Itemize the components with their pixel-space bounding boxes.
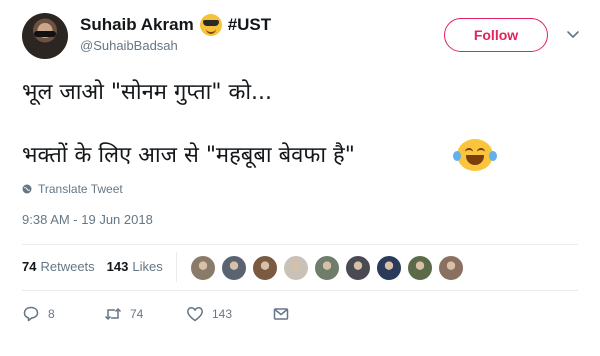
- chevron-down-icon[interactable]: [566, 28, 580, 42]
- liker-avatar[interactable]: [221, 255, 247, 281]
- retweet-count: 74: [130, 307, 144, 321]
- user-handle[interactable]: @SuhaibBadsah: [80, 38, 178, 53]
- name-row: Suhaib Akram #UST: [80, 13, 271, 37]
- retweet-button[interactable]: 74: [104, 305, 186, 323]
- liker-avatar[interactable]: [252, 255, 278, 281]
- liker-avatar[interactable]: [283, 255, 309, 281]
- liker-avatar[interactable]: [407, 255, 433, 281]
- liker-avatar[interactable]: [314, 255, 340, 281]
- likes-label: Likes: [132, 259, 163, 274]
- display-name[interactable]: Suhaib Akram: [80, 15, 194, 35]
- liker-avatar[interactable]: [376, 255, 402, 281]
- retweets-label: Retweets: [40, 259, 95, 274]
- follow-button[interactable]: Follow: [444, 18, 548, 52]
- reply-count: 8: [48, 307, 55, 321]
- name-hashtag: #UST: [227, 15, 272, 34]
- divider: [22, 290, 578, 291]
- likes-stat[interactable]: 143 Likes: [107, 259, 163, 274]
- retweet-icon: [104, 307, 122, 321]
- liker-avatar[interactable]: [345, 255, 371, 281]
- like-button[interactable]: 143: [186, 305, 272, 323]
- tweet-card: Suhaib Akram #UST @SuhaibBadsah Follow भ…: [0, 0, 600, 356]
- avatar[interactable]: [22, 13, 68, 59]
- globe-icon: [22, 184, 32, 194]
- tears-of-joy-emoji-icon: [453, 139, 497, 171]
- translate-tweet-link[interactable]: Translate Tweet: [22, 182, 123, 196]
- like-count: 143: [212, 307, 233, 321]
- envelope-icon: [273, 308, 289, 320]
- heart-icon: [187, 307, 203, 322]
- retweets-stat[interactable]: 74 Retweets: [22, 259, 95, 274]
- liker-avatars: [190, 255, 464, 281]
- message-button[interactable]: [272, 305, 290, 323]
- tweet-stats: 74 Retweets 143 Likes: [22, 259, 175, 274]
- divider: [22, 244, 578, 245]
- liker-avatar[interactable]: [190, 255, 216, 281]
- sunglasses-emoji-icon: [199, 14, 222, 36]
- translate-label: Translate Tweet: [38, 182, 123, 196]
- retweets-count: 74: [22, 259, 37, 274]
- tweet-text-line-1: भूल जाओ "सोनम गुप्ता" को...: [22, 80, 273, 105]
- liker-avatar[interactable]: [438, 255, 464, 281]
- tweet-actions: 8 74 143: [22, 304, 290, 324]
- reply-button[interactable]: 8: [22, 305, 104, 323]
- stats-separator: [176, 252, 177, 282]
- likes-count: 143: [106, 259, 129, 274]
- tweet-timestamp[interactable]: 9:38 AM - 19 Jun 2018: [22, 212, 153, 227]
- reply-icon: [23, 306, 39, 322]
- tweet-text-line-2: भक्तों के लिए आज से "महबूबा बेवफा है": [22, 143, 355, 168]
